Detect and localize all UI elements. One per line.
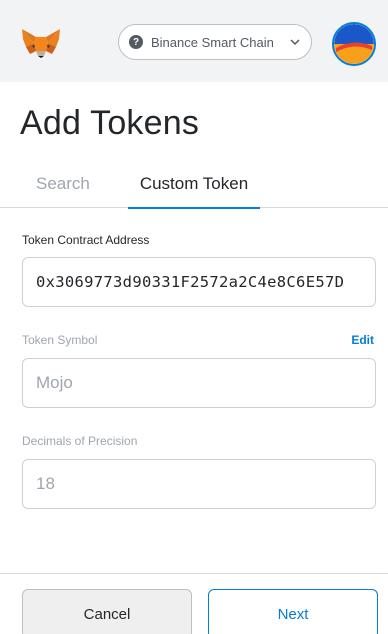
- token-symbol-input[interactable]: Mojo: [22, 358, 376, 408]
- help-circle-icon: ?: [129, 35, 143, 49]
- contract-address-input[interactable]: 0x3069773d90331F2572a2C4e8C6E57D: [22, 257, 376, 307]
- decimals-label: Decimals of Precision: [22, 434, 138, 448]
- network-selector[interactable]: ? Binance Smart Chain: [118, 24, 312, 60]
- metamask-fox-icon[interactable]: [20, 27, 62, 59]
- page-title: Add Tokens: [20, 104, 200, 142]
- chevron-down-icon: [290, 39, 300, 46]
- network-label: Binance Smart Chain: [151, 34, 274, 50]
- cancel-button[interactable]: Cancel: [22, 589, 192, 634]
- token-symbol-label: Token Symbol: [22, 333, 98, 347]
- tab-bar: Search Custom Token: [0, 170, 388, 209]
- account-avatar[interactable]: [332, 22, 376, 66]
- avatar-identicon: [334, 24, 374, 64]
- app-header: ? Binance Smart Chain: [0, 0, 388, 82]
- contract-address-label: Token Contract Address: [22, 233, 150, 247]
- tab-search[interactable]: Search: [36, 174, 90, 207]
- edit-symbol-link[interactable]: Edit: [351, 333, 374, 347]
- tab-custom-token[interactable]: Custom Token: [128, 174, 260, 209]
- decimals-input[interactable]: 18: [22, 459, 376, 509]
- next-button[interactable]: Next: [208, 589, 378, 634]
- footer-divider: [0, 573, 388, 574]
